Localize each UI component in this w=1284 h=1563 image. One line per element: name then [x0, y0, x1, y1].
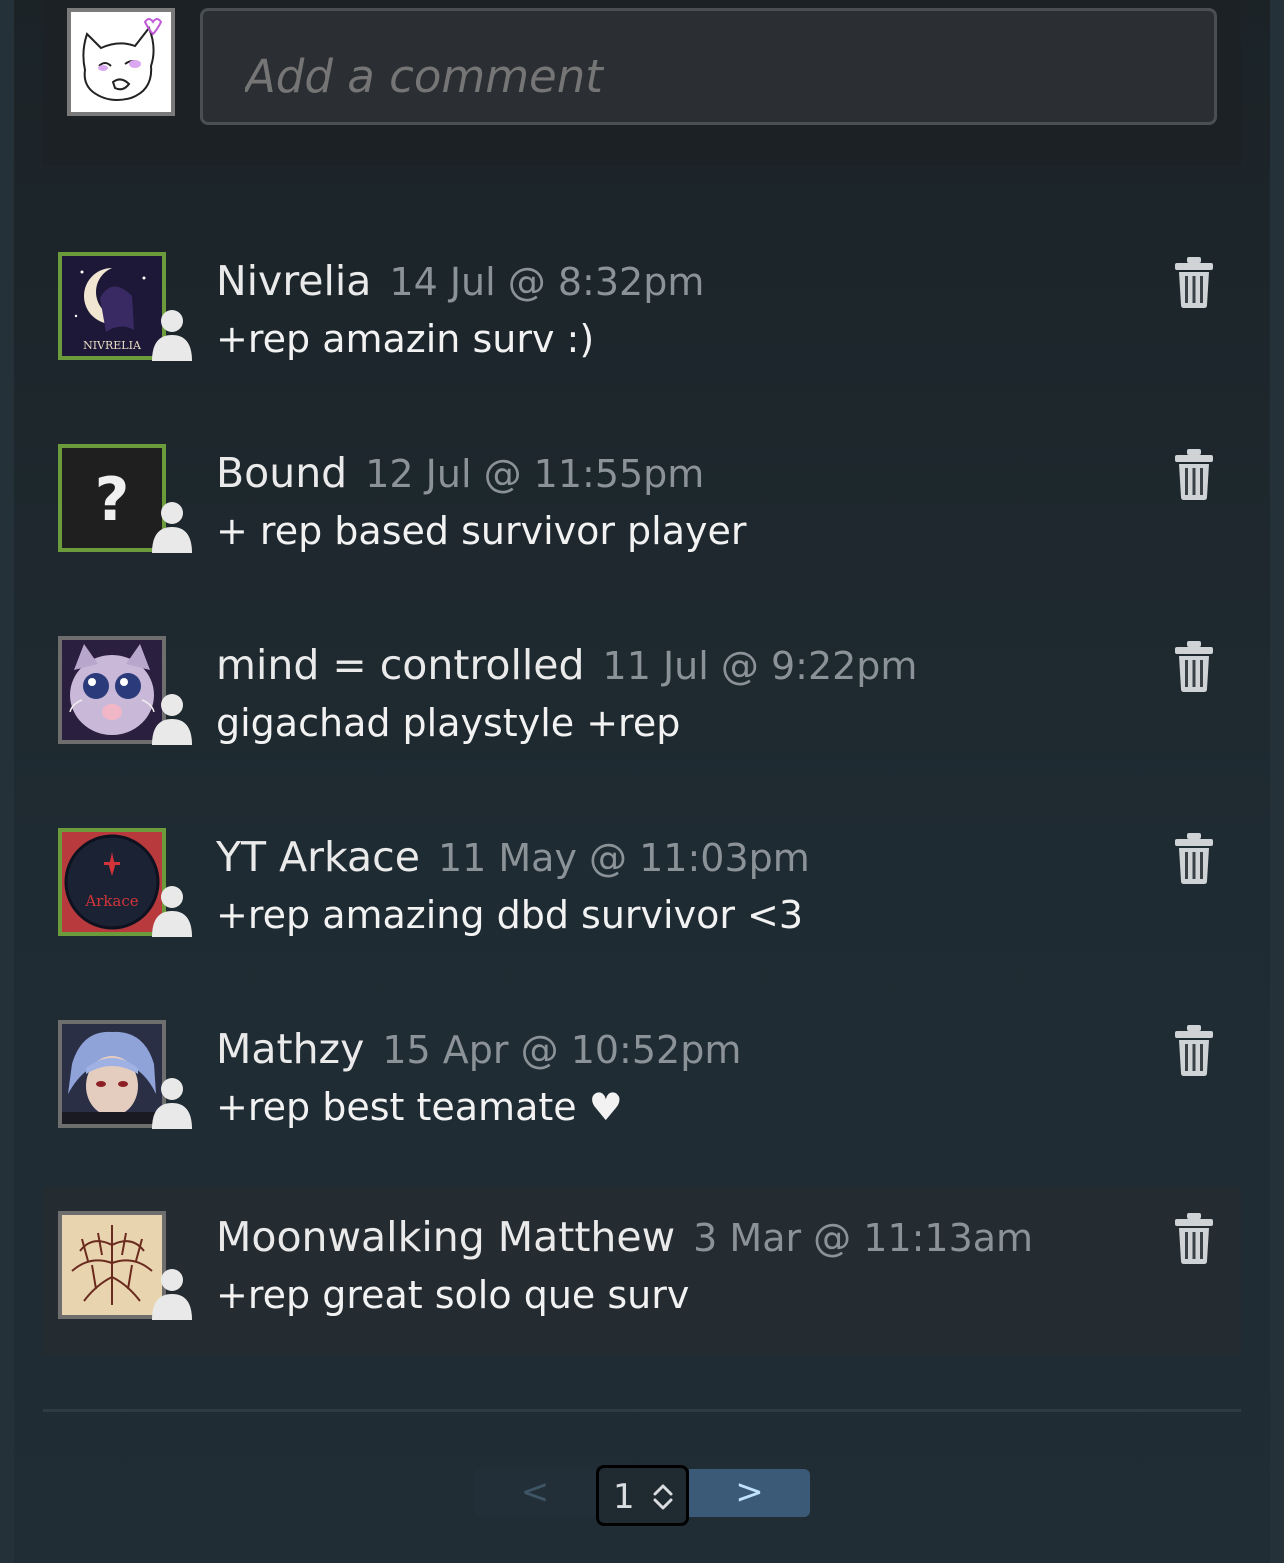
comment-author-link[interactable]: YT Arkace	[216, 833, 420, 881]
comment-item: Moonwalking Matthew 3 Mar @ 11:13am +rep …	[43, 1187, 1241, 1355]
comment-item: Mathzy 15 Apr @ 10:52pm +rep best teamate…	[43, 1005, 1241, 1173]
comment-header: YT Arkace 11 May @ 11:03pm	[216, 833, 810, 881]
nivrelia-avatar-image: NIVRELIA	[62, 256, 162, 356]
comment-text: +rep amazin surv :)	[216, 317, 595, 361]
right-edge	[1270, 0, 1284, 1563]
comment-item: Arkace YT Arkace 11 May @ 11:03pm +rep am…	[43, 813, 1241, 981]
left-edge	[0, 0, 14, 1563]
comment-item: mind = controlled 11 Jul @ 9:22pm gigacha…	[43, 621, 1241, 789]
friend-icon	[152, 886, 192, 937]
comment-timestamp: 11 Jul @ 9:22pm	[602, 644, 918, 688]
trash-icon[interactable]	[1171, 255, 1217, 309]
friend-icon	[152, 694, 192, 745]
comment-author-link[interactable]: Moonwalking Matthew	[216, 1213, 675, 1261]
comment-item: ? Bound 12 Jul @ 11:55pm + rep based surv…	[43, 429, 1241, 597]
comment-text: +rep great solo que surv	[216, 1273, 690, 1317]
comment-author-link[interactable]: Nivrelia	[216, 257, 371, 305]
trash-icon[interactable]	[1171, 447, 1217, 501]
moonwalking-matthew-avatar-image	[62, 1215, 162, 1315]
comment-text: +rep amazing dbd survivor <3	[216, 893, 804, 937]
trash-icon[interactable]	[1171, 831, 1217, 885]
svg-text:Arkace: Arkace	[84, 892, 138, 910]
friend-icon	[152, 502, 192, 553]
comment-author-link[interactable]: Mathzy	[216, 1025, 364, 1073]
comment-timestamp: 3 Mar @ 11:13am	[693, 1216, 1034, 1260]
svg-text:?: ?	[95, 465, 130, 535]
current-page-number: 1	[613, 1477, 635, 1517]
cat-sketch-avatar-image	[71, 12, 171, 112]
next-page-button[interactable]: >	[689, 1469, 810, 1517]
current-user-avatar[interactable]	[67, 8, 175, 116]
comment-timestamp: 11 May @ 11:03pm	[437, 836, 810, 880]
comment-header: Bound 12 Jul @ 11:55pm	[216, 449, 704, 497]
trash-icon[interactable]	[1171, 1211, 1217, 1265]
arkace-avatar-image: Arkace	[62, 832, 162, 932]
friend-icon	[152, 1078, 192, 1129]
comment-timestamp: 14 Jul @ 8:32pm	[389, 260, 705, 304]
add-comment-input[interactable]	[200, 8, 1217, 125]
chevron-up-down-icon	[653, 1484, 673, 1510]
divider	[43, 1409, 1241, 1412]
question-mark-avatar-image: ?	[62, 448, 162, 548]
comment-header: Nivrelia 14 Jul @ 8:32pm	[216, 257, 704, 305]
comment-timestamp: 12 Jul @ 11:55pm	[365, 452, 705, 496]
comment-item: NIVRELIA Nivrelia 14 Jul @ 8:32pm +rep am…	[43, 237, 1241, 405]
comment-text: + rep based survivor player	[216, 509, 747, 553]
friend-icon	[152, 1269, 192, 1320]
svg-text:NIVRELIA: NIVRELIA	[83, 339, 142, 352]
page-select[interactable]: 1	[596, 1465, 689, 1526]
comment-author-link[interactable]: mind = controlled	[216, 641, 585, 689]
comment-header: mind = controlled 11 Jul @ 9:22pm	[216, 641, 917, 689]
comment-text: gigachad playstyle +rep	[216, 701, 681, 745]
previous-page-button[interactable]: <	[474, 1469, 596, 1517]
friend-icon	[152, 310, 192, 361]
comment-author-link[interactable]: Bound	[216, 449, 347, 497]
comment-text: +rep best teamate ♥	[216, 1085, 623, 1129]
mathzy-avatar-image	[62, 1024, 162, 1124]
kitten-avatar-image	[62, 640, 162, 740]
trash-icon[interactable]	[1171, 1023, 1217, 1077]
comment-timestamp: 15 Apr @ 10:52pm	[382, 1028, 742, 1072]
trash-icon[interactable]	[1171, 639, 1217, 693]
comment-header: Moonwalking Matthew 3 Mar @ 11:13am	[216, 1213, 1033, 1261]
comment-header: Mathzy 15 Apr @ 10:52pm	[216, 1025, 741, 1073]
